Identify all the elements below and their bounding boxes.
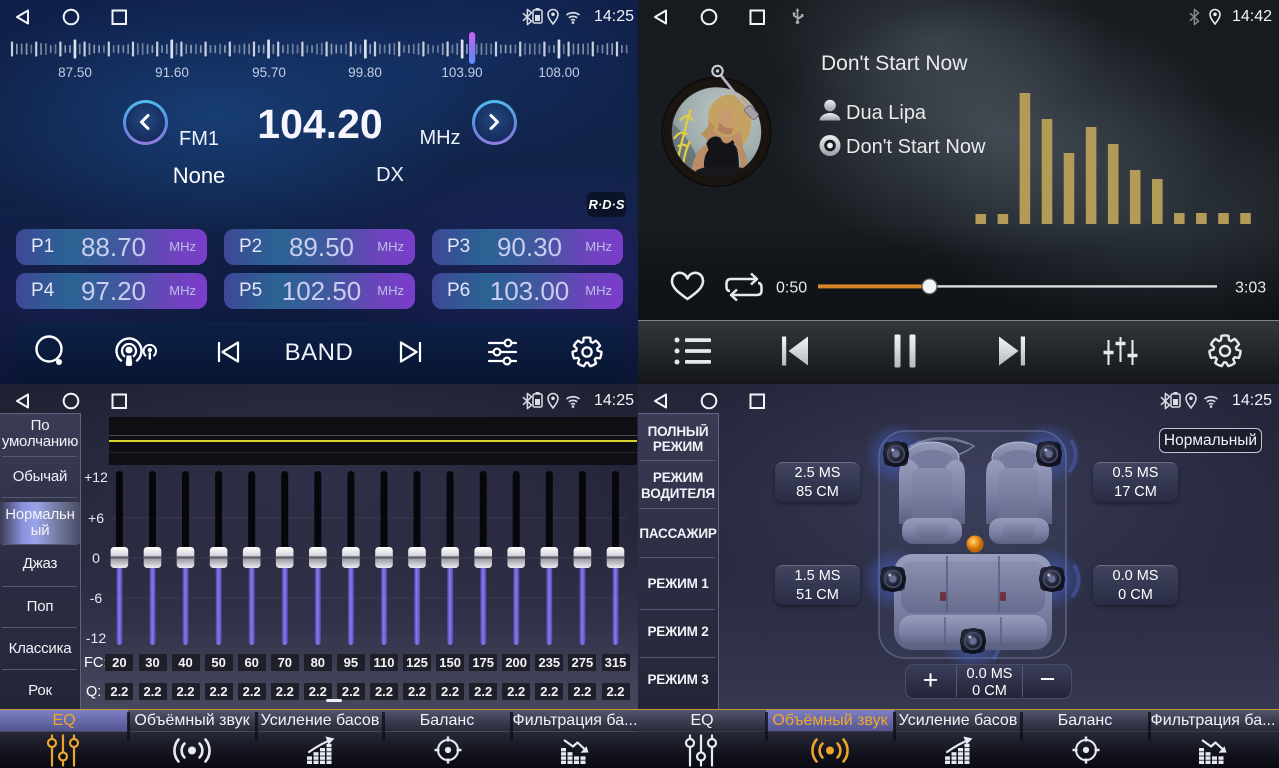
svg-text:3:03: 3:03 — [1235, 280, 1266, 297]
svg-text:Don't Start Now: Don't Start Now — [846, 136, 986, 158]
svg-text:Don't Start Now: Don't Start Now — [821, 52, 968, 75]
svg-text:0:50: 0:50 — [776, 280, 807, 297]
svg-text:Dua Lipa: Dua Lipa — [846, 102, 927, 124]
svg-text:BAND: BAND — [285, 339, 354, 366]
